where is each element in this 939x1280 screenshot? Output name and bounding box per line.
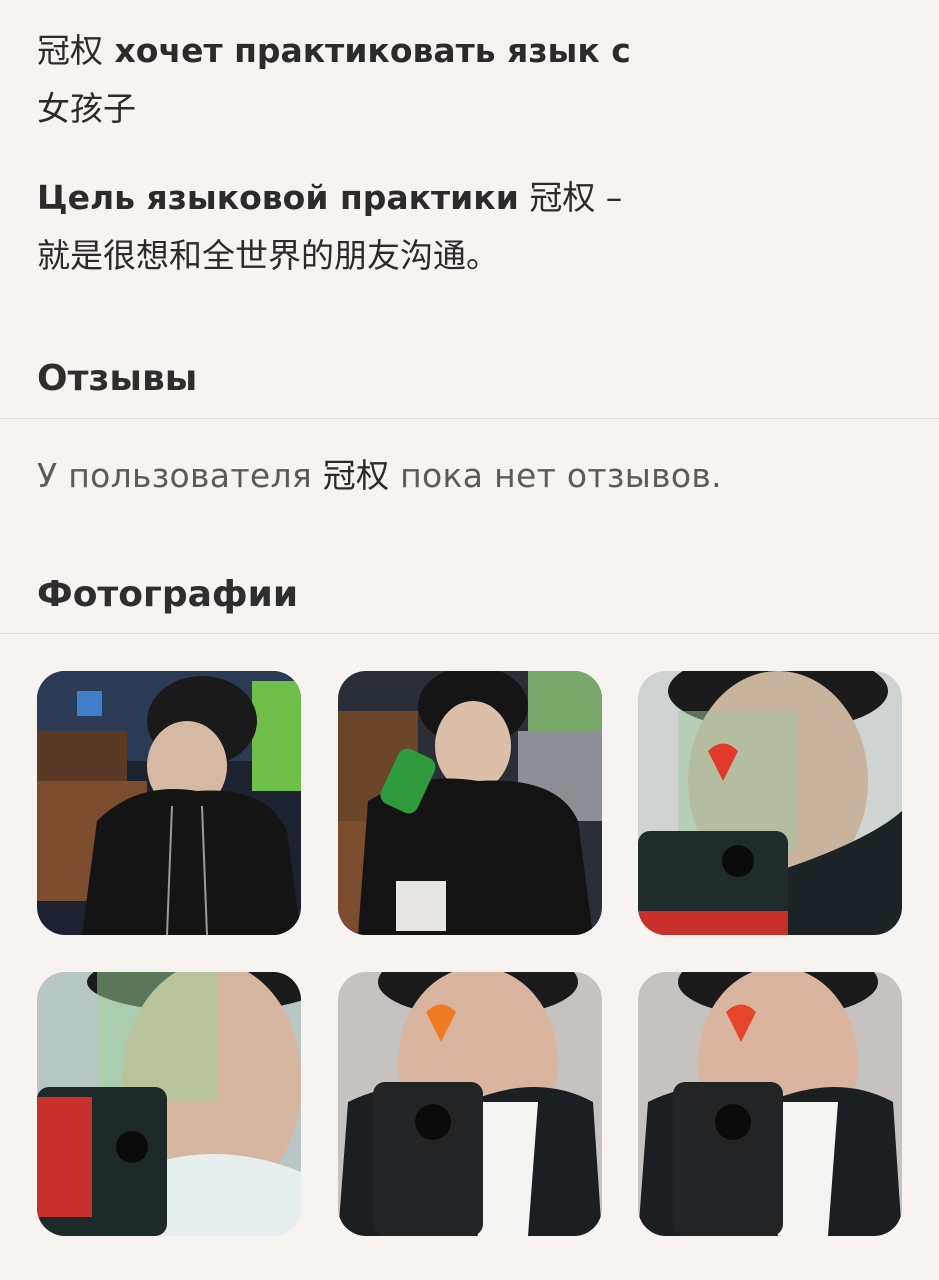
wants-practice-line-1: 冠权 хочет практиковать язык с bbox=[37, 22, 902, 80]
photo-thumbnail[interactable] bbox=[638, 972, 902, 1236]
goal-section: Цель языковой практики 冠权 – 就是很想和全世界的朋友沟… bbox=[37, 169, 902, 285]
photo-image bbox=[37, 671, 301, 935]
empty-prefix: У пользователя bbox=[37, 456, 323, 495]
empty-user-name: 冠权 bbox=[322, 456, 390, 495]
reviews-empty-message: У пользователя 冠权 пока нет отзывов. bbox=[37, 449, 902, 497]
photo-thumbnail[interactable] bbox=[37, 671, 301, 935]
goal-line-2: 就是很想和全世界的朋友沟通。 bbox=[37, 227, 902, 285]
wants-practice-line-2: 女孩子 bbox=[37, 80, 902, 138]
about-section: 冠权 хочет практиковать язык с 女孩子 bbox=[37, 22, 902, 138]
reviews-divider bbox=[0, 418, 939, 419]
goal-line-1: Цель языковой практики 冠权 – bbox=[37, 169, 902, 227]
wants-practice-text: хочет практиковать язык с bbox=[103, 31, 631, 70]
photo-thumbnail[interactable] bbox=[37, 972, 301, 1236]
reviews-heading: Отзывы bbox=[37, 358, 198, 399]
goal-text: 就是很想和全世界的朋友沟通。 bbox=[37, 236, 499, 275]
photos-heading: Фотографии bbox=[37, 574, 299, 615]
photo-thumbnail[interactable] bbox=[338, 972, 602, 1236]
photo-image bbox=[37, 972, 301, 1236]
photo-thumbnail[interactable] bbox=[638, 671, 902, 935]
photo-image bbox=[638, 972, 902, 1236]
partner-preference: 女孩子 bbox=[37, 89, 136, 128]
photo-thumbnail[interactable] bbox=[338, 671, 602, 935]
photo-image bbox=[338, 972, 602, 1236]
goal-user-name: 冠权 – bbox=[518, 178, 623, 217]
photo-image bbox=[338, 671, 602, 935]
photos-divider bbox=[0, 633, 939, 634]
photo-image bbox=[638, 671, 902, 935]
empty-suffix: пока нет отзывов. bbox=[389, 456, 722, 495]
goal-label: Цель языковой практики bbox=[37, 178, 519, 217]
user-name: 冠权 bbox=[37, 31, 103, 70]
